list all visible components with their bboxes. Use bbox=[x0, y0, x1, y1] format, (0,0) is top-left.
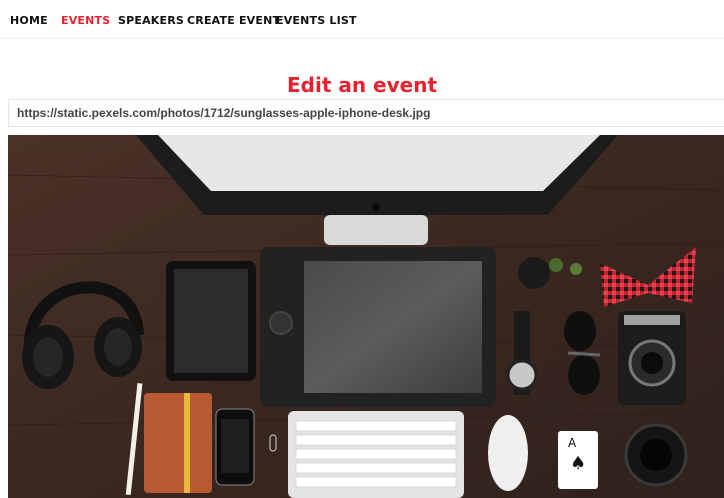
nav-events-link[interactable]: EVENTS bbox=[61, 14, 110, 27]
nav-events-list-link[interactable]: EVENTS LIST bbox=[276, 14, 357, 27]
nav-home-link[interactable]: HOME bbox=[10, 14, 48, 27]
top-navigation: HOME EVENTS SPEAKERS CREATE EVENT EVENTS… bbox=[0, 0, 724, 39]
nav-create-event-link[interactable]: CREATE EVENT bbox=[187, 14, 280, 27]
nav-speakers-link[interactable]: SPEAKERS bbox=[118, 14, 184, 27]
svg-text:♠: ♠ bbox=[570, 453, 586, 474]
event-image: A ♠ bbox=[8, 135, 724, 498]
svg-text:A: A bbox=[568, 436, 577, 450]
page-title: Edit an event bbox=[286, 73, 438, 98]
desk-photo-illustration: A ♠ bbox=[8, 135, 724, 498]
image-url-input[interactable] bbox=[8, 99, 724, 127]
